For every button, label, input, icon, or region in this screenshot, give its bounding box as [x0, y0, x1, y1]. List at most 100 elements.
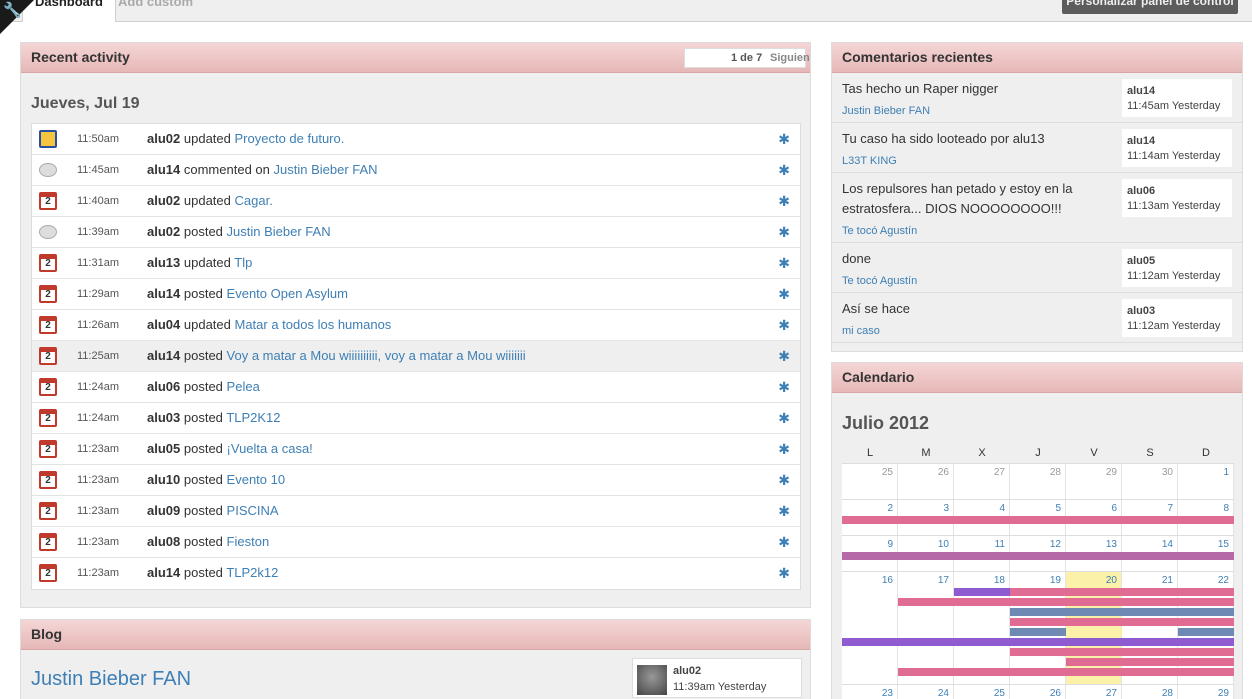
activity-user[interactable]: alu13 [147, 255, 180, 270]
activity-user[interactable]: alu09 [147, 503, 180, 518]
activity-target-link[interactable]: Matar a todos los humanos [235, 317, 392, 332]
calendar-event-bar[interactable] [1066, 628, 1122, 636]
asterisk-icon[interactable]: ✱ [778, 310, 790, 340]
activity-action: updated [183, 193, 231, 208]
asterisk-icon[interactable]: ✱ [778, 527, 790, 557]
calendar-event-bar[interactable] [1066, 658, 1234, 666]
calendar-day[interactable]: 27 [1066, 685, 1122, 699]
activity-time: 11:23am [77, 505, 119, 517]
comment-post-link[interactable]: Te tocó Agustín [842, 275, 917, 287]
asterisk-icon[interactable]: ✱ [778, 186, 790, 216]
activity-user[interactable]: alu02 [147, 193, 180, 208]
asterisk-icon[interactable]: ✱ [778, 248, 790, 278]
blog-post-title-link[interactable]: Justin Bieber FAN [31, 668, 191, 691]
asterisk-icon[interactable]: ✱ [778, 403, 790, 433]
activity-target-link[interactable]: TLP2k12 [226, 565, 278, 580]
calendar-day[interactable]: 27 [954, 464, 1010, 499]
comment-author[interactable]: alu03 [1127, 305, 1227, 317]
activity-user[interactable]: alu02 [147, 131, 180, 146]
asterisk-icon[interactable]: ✱ [778, 124, 790, 154]
calendar-day[interactable]: 28 [1122, 685, 1178, 699]
asterisk-icon[interactable]: ✱ [778, 465, 790, 495]
activity-user[interactable]: alu10 [147, 472, 180, 487]
blog-author[interactable]: alu02 [673, 665, 701, 677]
activity-user[interactable]: alu05 [147, 441, 180, 456]
calendar-event-bar[interactable] [898, 598, 1234, 606]
calendar-event-bar[interactable] [1010, 608, 1234, 616]
activity-user[interactable]: alu04 [147, 317, 180, 332]
asterisk-icon[interactable]: ✱ [778, 558, 790, 588]
activity-target-link[interactable]: Proyecto de futuro. [235, 131, 345, 146]
calendar-event-bar[interactable] [898, 668, 1234, 676]
activity-user[interactable]: alu03 [147, 410, 180, 425]
calendar-event-bar[interactable] [954, 588, 1010, 596]
activity-time: 11:31am [77, 257, 119, 269]
asterisk-icon[interactable]: ✱ [778, 279, 790, 309]
comment-author[interactable]: alu14 [1127, 135, 1227, 147]
activity-pager: 1 de 7 Siguien [684, 48, 810, 68]
asterisk-icon[interactable]: ✱ [778, 434, 790, 464]
comment-post-link[interactable]: Te tocó Agustín [842, 225, 917, 237]
calendar-event-bar[interactable] [1010, 648, 1234, 656]
activity-target-link[interactable]: Tlp [234, 255, 252, 270]
activity-user[interactable]: alu14 [147, 286, 180, 301]
activity-target-link[interactable]: Justin Bieber FAN [227, 224, 331, 239]
activity-target-link[interactable]: Fieston [227, 534, 270, 549]
activity-target-link[interactable]: TLP2K12 [226, 410, 280, 425]
avatar[interactable] [637, 665, 667, 695]
activity-action: posted [183, 224, 223, 239]
calendar-event-bar[interactable] [1010, 588, 1234, 596]
tab-add-custom[interactable]: Add custom [118, 0, 193, 9]
activity-user[interactable]: alu06 [147, 379, 180, 394]
activity-target-link[interactable]: Evento 10 [227, 472, 286, 487]
comment-author[interactable]: alu06 [1127, 185, 1227, 197]
calendar-day[interactable]: 23 [842, 685, 898, 699]
calendar-event-bar[interactable] [1010, 628, 1066, 636]
calendar-day[interactable]: 29 [1066, 464, 1122, 499]
asterisk-icon[interactable]: ✱ [778, 341, 790, 371]
calendar-event-bar[interactable] [842, 638, 1234, 646]
activity-target-link[interactable]: Evento Open Asylum [227, 286, 348, 301]
comment-author[interactable]: alu05 [1127, 255, 1227, 267]
asterisk-icon[interactable]: ✱ [778, 372, 790, 402]
customize-dashboard-button[interactable]: Personalizar panel de control [1062, 0, 1238, 14]
activity-user[interactable]: alu02 [147, 224, 180, 239]
calendar-day[interactable]: 25 [954, 685, 1010, 699]
pager-next-link[interactable]: Siguien [770, 49, 810, 67]
comment-author[interactable]: alu14 [1127, 85, 1227, 97]
activity-target-link[interactable]: Pelea [227, 379, 260, 394]
activity-target-link[interactable]: Voy a matar a Mou wiiiiiiiiii, voy a mat… [227, 348, 526, 363]
asterisk-icon[interactable]: ✱ [778, 496, 790, 526]
activity-target-link[interactable]: Justin Bieber FAN [274, 162, 378, 177]
calendar-day[interactable]: 28 [1010, 464, 1066, 499]
asterisk-icon[interactable]: ✱ [778, 155, 790, 185]
calendar-day[interactable]: 1 [1178, 464, 1234, 499]
asterisk-icon[interactable]: ✱ [778, 217, 790, 247]
calendar-event-bar[interactable] [842, 516, 1234, 524]
activity-user[interactable]: alu14 [147, 162, 180, 177]
calendar-day[interactable]: 16 [842, 572, 898, 684]
activity-user[interactable]: alu14 [147, 565, 180, 580]
calendar-day[interactable]: 29 [1178, 685, 1234, 699]
comment-post-link[interactable]: mi caso [842, 325, 880, 337]
calendar-icon: 2 [39, 347, 57, 365]
calendar-day[interactable]: 30 [1122, 464, 1178, 499]
wrench-icon[interactable]: 🔧 [3, 1, 22, 19]
calendar-day[interactable]: 26 [898, 464, 954, 499]
activity-user[interactable]: alu08 [147, 534, 180, 549]
calendar-event-bar[interactable] [1010, 618, 1234, 626]
activity-target-link[interactable]: Cagar. [235, 193, 273, 208]
tab-dashboard[interactable]: Dashboard [22, 0, 116, 22]
calendar-event-bar[interactable] [1178, 628, 1234, 636]
activity-target-link[interactable]: ¡Vuelta a casa! [227, 441, 313, 456]
activity-row: 2 11:23am alu14 posted TLP2k12 ✱ [32, 558, 800, 589]
comment-post-link[interactable]: Justin Bieber FAN [842, 105, 930, 117]
calendar-day[interactable]: 25 [842, 464, 898, 499]
weekday-label: L [866, 447, 874, 459]
calendar-event-bar[interactable] [842, 552, 1234, 560]
calendar-day[interactable]: 26 [1010, 685, 1066, 699]
activity-user[interactable]: alu14 [147, 348, 180, 363]
comment-post-link[interactable]: L33T KING [842, 155, 897, 167]
calendar-day[interactable]: 24 [898, 685, 954, 699]
activity-target-link[interactable]: PISCINA [227, 503, 279, 518]
